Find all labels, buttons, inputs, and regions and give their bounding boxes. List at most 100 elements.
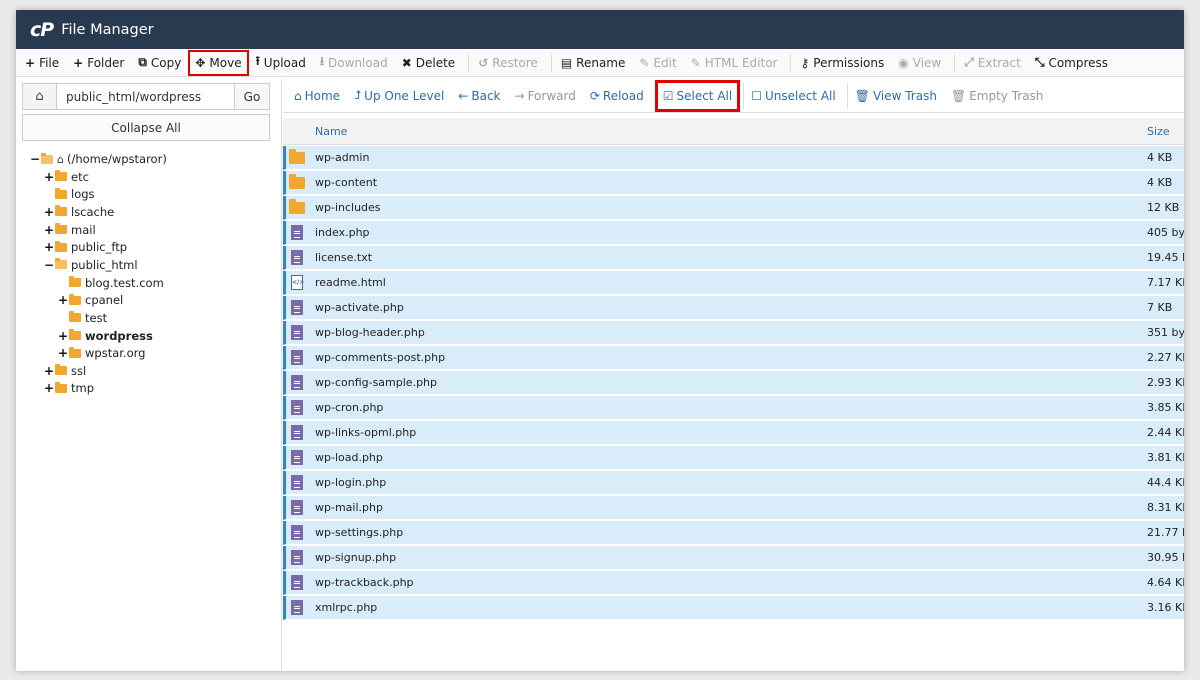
file-row-wp-includes[interactable]: wp-includes 12 KB [283,196,1184,220]
expand-icon[interactable]: + [58,329,68,343]
expand-icon[interactable]: + [58,293,68,307]
file-row-wp-trackback-php[interactable]: wp-trackback.php 4.64 KB [283,571,1184,595]
toolbar-label: Restore [492,55,538,70]
tree-item-public-ftp[interactable]: + public_ftp [44,239,127,255]
file-row-wp-load-php[interactable]: wp-load.php 3.81 KB [283,446,1184,470]
folder-icon [289,199,305,214]
file-row-wp-settings-php[interactable]: wp-settings.php 21.77 K [283,521,1184,545]
checkbox-empty-icon: ☐ [751,88,762,103]
tree-item-lscache[interactable]: + lscache [44,204,114,220]
tree-item-tmp[interactable]: + tmp [44,380,94,396]
view-button[interactable]: ◉ View [893,52,946,74]
folder-icon [55,364,67,376]
file-row-xmlrpc-php[interactable]: xmlrpc.php 3.16 KB [283,596,1184,620]
home-button[interactable]: ⌂ Home [289,83,345,109]
folder-icon [41,152,53,164]
path-input[interactable] [57,84,234,109]
tree-item-ssl[interactable]: + ssl [44,363,86,379]
tree-item-etc[interactable]: + etc [44,169,89,185]
path-bar: ⌂ Go [22,83,270,110]
folder-icon [55,223,67,235]
html-editor-button[interactable]: ✎ HTML Editor [686,52,783,74]
file-button[interactable]: + File [20,52,64,74]
go-button[interactable]: Go [234,84,269,109]
empty-trash-button[interactable]: 🗑 Empty Trash [946,83,1048,109]
reload-icon: ⟳ [589,88,600,103]
file-row-wp-comments-post-php[interactable]: wp-comments-post.php 2.27 KB [283,346,1184,370]
tree-item-blog-test-com[interactable]: blog.test.com [58,275,164,291]
folder-button[interactable]: + Folder [68,52,129,74]
forward-button[interactable]: → Forward [510,83,581,109]
file-name: wp-comments-post.php [315,351,446,364]
up-one-level-button[interactable]: ⮥ Up One Level [349,83,449,109]
home-path-button[interactable]: ⌂ [23,84,57,109]
copy-button[interactable]: ⧉ Copy [133,52,186,74]
file-name: wp-blog-header.php [315,326,425,339]
icon-shape [291,250,303,265]
permissions-button[interactable]: ⚷ Permissions [795,52,889,74]
delete-button[interactable]: ✖ Delete [397,52,461,74]
expand-icon[interactable]: + [44,240,54,254]
select-all-button[interactable]: ☑ Select All [654,79,741,112]
file-row-license-txt[interactable]: license.txt 19.45 K [283,246,1184,270]
file-row-wp-cron-php[interactable]: wp-cron.php 3.85 KB [283,396,1184,420]
file-icon [289,225,303,240]
file-size: 12 KB [1147,201,1180,214]
expand-icon[interactable]: + [44,381,54,395]
file-row-wp-blog-header-php[interactable]: wp-blog-header.php 351 byt [283,321,1184,345]
compress-button[interactable]: ⤡ Compress [1030,52,1113,74]
file-row-readme-html[interactable]: </> readme.html 7.17 KB [283,271,1184,295]
column-name-header[interactable]: Name [315,125,347,138]
extract-button[interactable]: ⤢ Extract [959,52,1026,74]
file-row-index-php[interactable]: index.php 405 byt [283,221,1184,245]
file-name: wp-activate.php [315,301,404,314]
file-name: index.php [315,226,370,239]
toolbar-label: Folder [87,55,125,70]
file-row-wp-activate-php[interactable]: wp-activate.php 7 KB [283,296,1184,320]
tree-item-logs[interactable]: logs [44,186,95,202]
file-row-wp-login-php[interactable]: wp-login.php 44.4 KB [283,471,1184,495]
tree-item-mail[interactable]: + mail [44,222,96,238]
file-row-wp-links-opml-php[interactable]: wp-links-opml.php 2.44 KB [283,421,1184,445]
tree-item-cpanel[interactable]: + cpanel [58,292,123,308]
tree-item-label: public_ftp [71,240,128,255]
view-trash-button[interactable]: 🗑 View Trash [850,83,942,109]
file-name: wp-signup.php [315,551,397,564]
toolbar-label: Rename [576,55,626,70]
tree-item-wpstar-org[interactable]: + wpstar.org [58,345,145,361]
collapse-all-button[interactable]: Collapse All [22,114,270,141]
file-name: wp-links-opml.php [315,426,417,439]
reload-button[interactable]: ⟳ Reload [585,83,649,109]
file-row-wp-signup-php[interactable]: wp-signup.php 30.95 K [283,546,1184,570]
folder-icon [69,329,81,340]
icon-shape [289,149,305,164]
tree-item-home-wpstaror[interactable]: − ⌂ (/home/wpstaror) [30,151,167,167]
file-row-wp-content[interactable]: wp-content 4 KB [283,171,1184,195]
expand-icon[interactable]: + [44,170,54,184]
column-size-header[interactable]: Size [1147,125,1170,138]
restore-button[interactable]: ↺ Restore [473,52,543,74]
file-row-wp-admin[interactable]: wp-admin 4 KB [283,146,1184,170]
tree-item-wordpress[interactable]: + wordpress [58,328,153,344]
file-size: 4 KB [1147,176,1173,189]
file-row-wp-mail-php[interactable]: wp-mail.php 8.31 KB [283,496,1184,520]
expand-icon[interactable]: + [44,205,54,219]
edit-button[interactable]: ✎ Edit [634,52,681,74]
rename-button[interactable]: ▤ Rename [556,52,631,74]
tree-item-public-html[interactable]: − public_html [44,257,138,273]
move-button[interactable]: ✥ Move [188,49,249,76]
back-button[interactable]: ← Back [453,83,505,109]
unselect-all-button[interactable]: ☐ Unselect All [746,83,841,109]
expand-icon[interactable]: + [58,346,68,360]
expand-icon[interactable]: + [44,223,54,237]
expand-icon[interactable]: + [44,364,54,378]
collapse-icon[interactable]: − [44,258,54,272]
file-row-wp-config-sample-php[interactable]: wp-config-sample.php 2.93 KB [283,371,1184,395]
trash-icon: 🗑 [854,88,870,103]
download-button[interactable]: ⭳ Download [315,52,393,74]
toolbar-label: Download [328,55,388,70]
collapse-icon[interactable]: − [30,152,40,166]
home-icon: ⌂ [294,88,302,103]
upload-button[interactable]: ⭱ Upload [251,52,311,74]
tree-item-test[interactable]: test [58,310,107,326]
